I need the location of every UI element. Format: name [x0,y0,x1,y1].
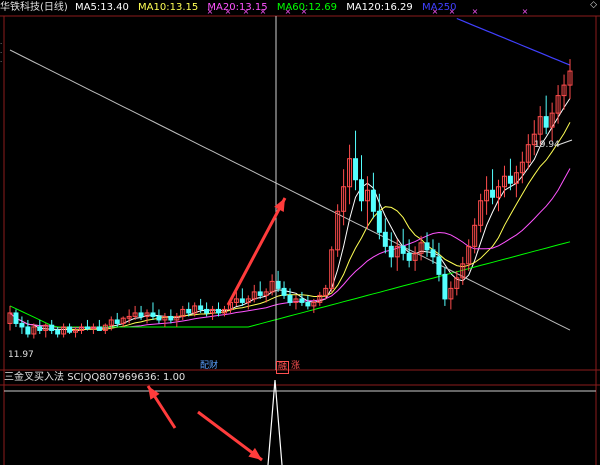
indicator-spike [267,379,283,465]
candle-body [168,315,174,321]
candle-body [37,326,43,331]
candle-body [400,245,406,254]
low-price-label: 11.97 [8,350,34,360]
candle-body [67,326,73,333]
ma250-label: MA250 [421,2,457,13]
event-badge-zhang[interactable]: 涨 [290,361,301,372]
indicator-value: 1.00 [163,372,186,383]
candle-body [13,312,19,324]
candle-body [490,189,496,198]
candle-body [305,301,311,307]
candle-body [96,326,102,331]
candle-body [424,242,430,251]
ma60-value: 12.69 [308,2,338,13]
event-badge-rong[interactable]: 融 [276,361,290,374]
price-chart[interactable]: × × × × × × × × × × [0,0,600,465]
candle-body [507,175,513,184]
candle-body [376,210,382,233]
candle-body [388,245,394,258]
candle-body [543,116,549,128]
candle-body [198,305,204,310]
candle-body [55,329,61,335]
candle-body [442,273,448,300]
candle-body [430,249,436,258]
ma250-line [456,17,571,66]
ma5-label: MA5: [75,2,101,13]
candle-body [186,308,192,314]
candle-body [156,315,162,321]
candle-body [353,158,359,181]
candle-body [49,324,55,331]
high-price-pointer [557,139,573,146]
candle-body [382,231,388,247]
indicator-code: SCJQQ807969636: [67,372,160,383]
candle-body [216,308,222,314]
ma120-label: MA120: [346,2,385,13]
candle-body [358,179,364,202]
candle-body [114,319,120,324]
indicator-name: 三金叉买入法 [4,372,64,383]
high-price-label: 19.94 [534,140,560,150]
ma120-value: 16.29 [384,2,413,13]
candle-body [275,280,281,289]
ma5-value: 13.40 [100,2,129,13]
candle-body [25,326,31,335]
candle-body [406,252,412,261]
candle-body [138,312,144,317]
candle-body [150,312,156,317]
candle-body [299,298,305,303]
ma60-line [9,241,571,328]
candle-body [204,308,210,314]
ma10-label: MA10: [138,2,170,13]
candle-body [257,291,263,296]
candle-body [19,322,25,328]
stock-title: 华铁科技(日线) [0,2,68,13]
candle-body [84,326,90,330]
candle-body [287,294,293,303]
ma-legend-bar: 华铁科技(日线) MA5:13.40 MA10:13.15 MA20:13.15… [0,0,600,16]
candle-body [281,287,287,296]
left-edge-ticks: · · · [0,40,3,66]
indicator-title-bar: 三金叉买入法 SCJQQ807969636: 1.00 [4,371,185,385]
scroll-marker-icon[interactable]: ◇ [590,0,597,10]
ma10-value: 13.15 [169,2,199,13]
ma20-label: MA20: [207,2,239,13]
candle-body [239,298,245,303]
event-badge-peicai[interactable]: 配财 [199,361,219,372]
candle-body [436,256,442,275]
candle-body [370,189,376,212]
stock-chart-window: × × × × × × × × × × 华铁科技(日线) MA5:13.40 MA10:13.15… [0,0,600,465]
ma60-label: MA60: [276,2,309,13]
ma20-value: 13.15 [238,2,268,13]
